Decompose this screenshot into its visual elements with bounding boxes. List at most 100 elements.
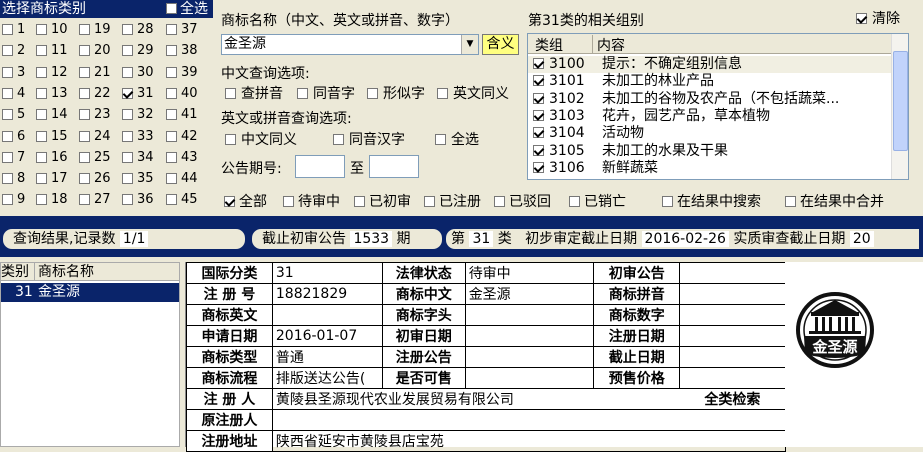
group-row-3106[interactable]: 3106 新鲜蔬菜 [528,160,892,177]
reg-date-key: 注册日期 [593,325,681,347]
class-checkbox-16[interactable]: 16 [36,150,68,166]
result-class-cell: 31 [15,284,33,300]
class-checkbox-25[interactable]: 25 [79,150,111,166]
cn-option-homophone[interactable]: 同音字 [297,85,355,103]
class-checkbox-20[interactable]: 20 [79,43,111,59]
prelim-date-value: 2016-02-26 [641,231,729,247]
class-checkbox-5[interactable]: 5 [2,107,25,123]
group-list-header: 类组 内容 [528,34,892,54]
class-checkbox-11[interactable]: 11 [36,43,68,59]
filter-expired-checkbox[interactable]: 已销亡 [569,193,626,211]
group-row-3101[interactable]: 3101 未加工的林业产品 [528,73,892,90]
class-checkbox-21[interactable]: 21 [79,65,111,81]
table-row[interactable]: 31 金圣源 [1,283,179,302]
clear-checkbox[interactable]: 清除 [856,10,900,28]
prelim-pub-key: 初审公告 [593,262,681,284]
class-checkbox-28[interactable]: 28 [122,22,154,38]
group-text: 未加工的林业产品 [602,73,714,90]
number-key: 商标数字 [593,304,681,326]
group-list[interactable]: 类组 内容 3100 提示：不确定组别信息 3101 未加工的林业产品 3102 未加工的… [527,33,909,180]
chevron-down-icon[interactable]: ▼ [461,35,478,54]
issue-label: 公告期号: [221,161,282,177]
pinyin-value [679,283,786,305]
en-option-cn-synonym[interactable]: 中文同义 [225,131,297,149]
class-checkbox-34[interactable]: 34 [122,150,154,166]
class-checkbox-26[interactable]: 26 [79,171,111,187]
price-value [679,367,786,389]
class-checkbox-22[interactable]: 22 [79,86,111,102]
filter-pending-checkbox[interactable]: 待审中 [283,193,340,211]
cutoff-issue-label: 截止初审公告 [262,231,346,247]
full-search-link[interactable]: 全类检索 [679,388,786,410]
cn-option-similar-shape[interactable]: 形似字 [367,85,425,103]
class-checkbox-41[interactable]: 41 [166,107,198,123]
filter-merge-in-results-checkbox[interactable]: 在结果中合并 [785,193,884,211]
class-checkbox-12[interactable]: 12 [36,65,68,81]
pinyin-key: 商标拼音 [593,283,681,305]
class-checkbox-37[interactable]: 37 [166,22,198,38]
class-checkbox-3[interactable]: 3 [2,65,25,81]
class-checkbox-18[interactable]: 18 [36,192,68,208]
filter-registered-checkbox[interactable]: 已注册 [424,193,481,211]
class-checkbox-1[interactable]: 1 [2,22,25,38]
group-row-3104[interactable]: 3104 活动物 [528,125,892,142]
filter-rejected-checkbox[interactable]: 已驳回 [494,193,551,211]
orig-registrant-value [271,409,787,431]
class-checkbox-40[interactable]: 40 [166,86,198,102]
issue-from-input[interactable] [295,155,345,178]
class-checkbox-31[interactable]: 31 [122,86,154,102]
class-checkbox-44[interactable]: 44 [166,171,198,187]
class-date-pill: 第 31 类 初步审定截止日期 2016-02-26 实质审查截止日期 20 [446,229,919,249]
class-checkbox-8[interactable]: 8 [2,171,25,187]
class-checkbox-30[interactable]: 30 [122,65,154,81]
class-checkbox-6[interactable]: 6 [2,129,25,145]
select-all-classes-checkbox[interactable]: 全选 [166,0,208,18]
class-checkbox-27[interactable]: 27 [79,192,111,208]
content-column-header: 内容 [592,35,625,54]
class-prefix: 第 [451,231,465,247]
issue-to-input[interactable] [369,155,419,178]
class-checkbox-42[interactable]: 42 [166,129,198,145]
class-checkbox-32[interactable]: 32 [122,107,154,123]
results-list[interactable]: 类别 商标名称 31 金圣源 [0,262,180,447]
trademark-name-input[interactable]: 金圣源 [221,34,479,55]
class-checkbox-10[interactable]: 10 [36,22,68,38]
filter-all-checkbox[interactable]: 全部 [224,193,267,211]
group-row-3105[interactable]: 3105 未加工的水果及干果 [528,143,892,160]
class-checkbox-24[interactable]: 24 [79,129,111,145]
class-checkbox-4[interactable]: 4 [2,86,25,102]
class-checkbox-45[interactable]: 45 [166,192,198,208]
cn-option-english-synonym[interactable]: 英文同义 [437,85,509,103]
class-checkbox-38[interactable]: 38 [166,43,198,59]
class-checkbox-36[interactable]: 36 [122,192,154,208]
class-checkbox-9[interactable]: 9 [2,192,25,208]
en-option-select-all[interactable]: 全选 [435,131,479,149]
class-checkbox-35[interactable]: 35 [122,171,154,187]
registrant-value: 黄陵县圣源现代农业发展贸易有限公司 [271,388,680,410]
class-checkbox-13[interactable]: 13 [36,86,68,102]
class-checkbox-17[interactable]: 17 [36,171,68,187]
class-checkbox-23[interactable]: 23 [79,107,111,123]
filter-search-in-results-checkbox[interactable]: 在结果中搜索 [662,193,761,211]
en-option-homophone-chars[interactable]: 同音汉字 [333,131,405,149]
class-checkbox-14[interactable]: 14 [36,107,68,123]
class-checkbox-7[interactable]: 7 [2,150,25,166]
class-checkbox-33[interactable]: 33 [122,129,154,145]
meaning-button[interactable]: 含义 [482,34,519,55]
class-checkbox-15[interactable]: 15 [36,129,68,145]
prelim-date-label: 初步审定截止日期 [525,231,638,247]
class-checkbox-39[interactable]: 39 [166,65,198,81]
group-list-scrollbar[interactable] [891,34,908,179]
registrant-key: 注 册 人 [186,388,273,410]
class-checkbox-43[interactable]: 43 [166,150,198,166]
group-row-3103[interactable]: 3103 花卉，园艺产品，草本植物 [528,108,892,125]
class-checkbox-19[interactable]: 19 [79,22,111,38]
orig-registrant-key: 原注册人 [186,409,273,431]
group-row-3100[interactable]: 3100 提示：不确定组别信息 [528,56,892,73]
cn-option-pinyin[interactable]: 查拼音 [225,85,283,103]
en-options-label: 英文或拼音查询选项: [221,111,352,127]
group-row-3102[interactable]: 3102 未加工的谷物及农产品（不包括蔬菜... [528,91,892,108]
class-checkbox-2[interactable]: 2 [2,43,25,59]
class-checkbox-29[interactable]: 29 [122,43,154,59]
filter-prelim-checkbox[interactable]: 已初审 [354,193,411,211]
